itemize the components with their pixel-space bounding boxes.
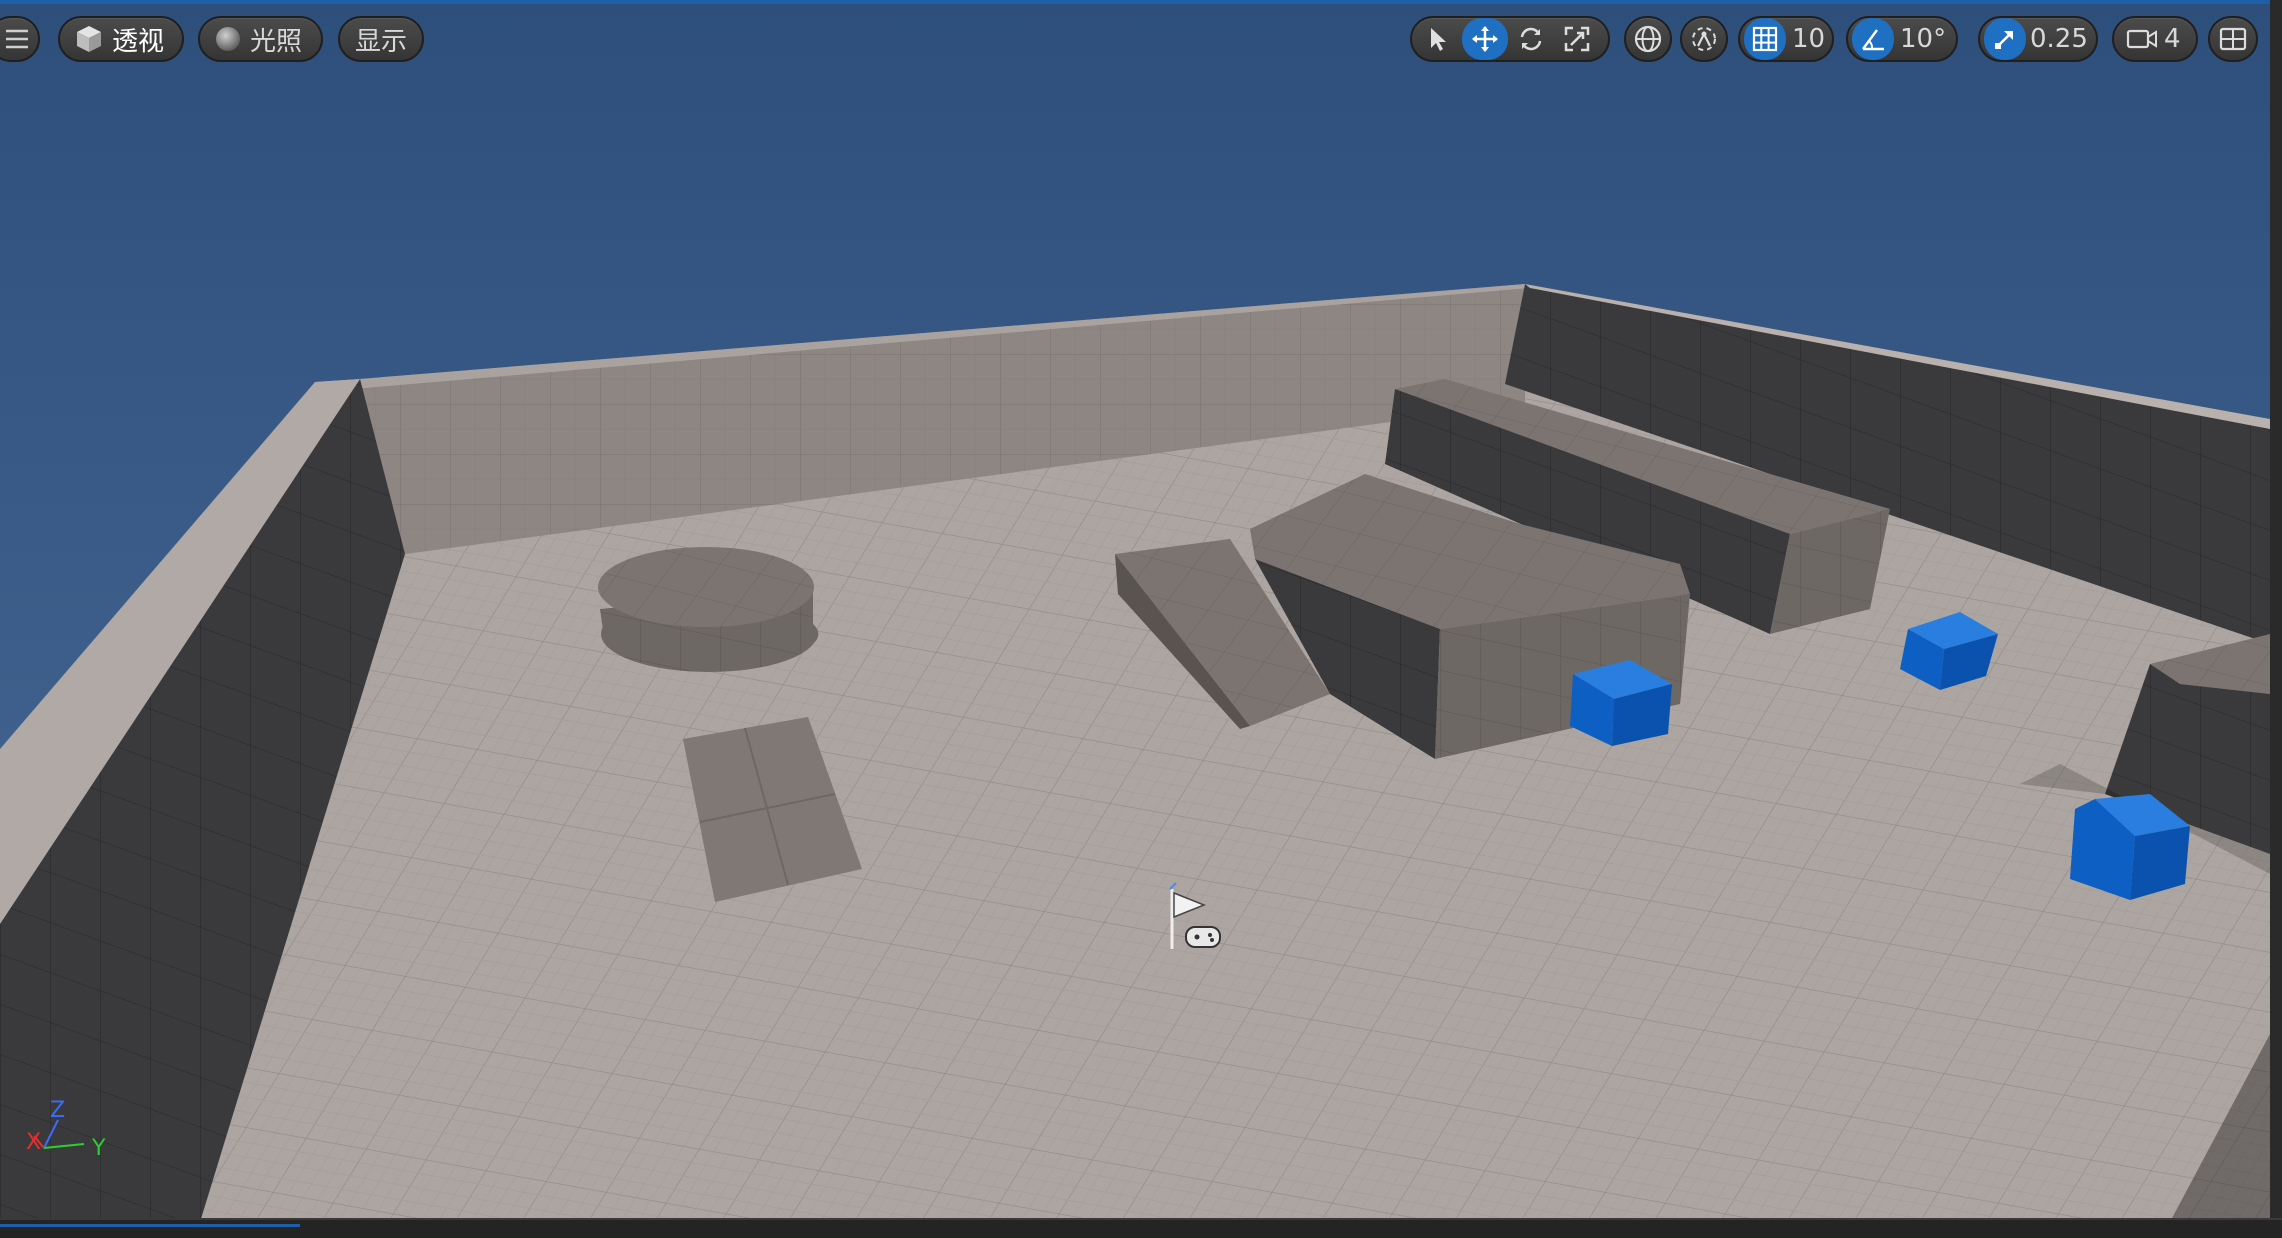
show-button[interactable]: 显示: [338, 16, 424, 62]
scale-snap-value[interactable]: 0.25: [2030, 24, 2088, 54]
camera-icon: [2126, 29, 2157, 49]
scale-snap-toggle[interactable]: [1984, 18, 2026, 60]
viewport-layout-button[interactable]: [2208, 16, 2258, 62]
axis-z-label: Z: [50, 1098, 66, 1123]
viewport-bottom-border: [0, 1218, 2282, 1238]
viewport-layout-icon: [2219, 27, 2247, 51]
camera-speed-value: 4: [2164, 24, 2181, 54]
rotate-icon: [1520, 27, 1542, 51]
select-arrow-icon: [1431, 28, 1446, 51]
grid-icon: [1752, 26, 1778, 52]
surface-snap-icon: [1692, 27, 1716, 51]
scale-arrow-icon: [1995, 31, 2013, 49]
cube-icon: [77, 26, 101, 52]
rotation-snap-group: 10°: [1846, 16, 1958, 62]
lighting-mode-button[interactable]: 光照: [198, 16, 323, 62]
camera-speed-button[interactable]: 4: [2112, 16, 2198, 62]
3d-scene[interactable]: [0, 4, 2270, 1222]
show-label: 显示: [354, 26, 407, 57]
transform-tools-group: [1410, 16, 1610, 62]
select-tool-button[interactable]: [1416, 18, 1462, 60]
view-mode-button[interactable]: 透视: [58, 16, 184, 62]
surface-snap-button[interactable]: [1680, 16, 1728, 62]
axis-x-label: X: [26, 1130, 42, 1155]
grid-snap-group: 10: [1738, 16, 1834, 62]
scale-icon: [1564, 26, 1590, 52]
angle-icon: [1862, 29, 1884, 51]
world-local-button[interactable]: [1624, 16, 1672, 62]
scale-snap-group: 0.25: [1978, 16, 2098, 62]
viewport-right-border: [2270, 0, 2282, 1236]
axis-y-label: Y: [92, 1136, 106, 1161]
globe-icon: [1634, 25, 1662, 53]
move-tool-button[interactable]: [1462, 18, 1508, 60]
level-viewport[interactable]: Z X Y 透视 光照 显示 10 10° 0.25 4: [0, 0, 2270, 1222]
scale-tool-button[interactable]: [1554, 18, 1600, 60]
hamburger-menu-icon: [6, 29, 28, 49]
axis-indicator: Z X Y: [22, 1098, 122, 1162]
rotation-snap-toggle[interactable]: [1852, 18, 1894, 60]
lighting-mode-label: 光照: [250, 26, 303, 57]
rotate-tool-button[interactable]: [1508, 18, 1554, 60]
grid-snap-toggle[interactable]: [1744, 18, 1786, 60]
move-icon: [1472, 26, 1498, 52]
sphere-icon: [216, 27, 240, 51]
view-mode-label: 透视: [112, 26, 165, 57]
grid-snap-value[interactable]: 10: [1792, 24, 1825, 54]
cylinder-top[interactable]: [598, 547, 814, 627]
rotation-snap-value[interactable]: 10°: [1900, 24, 1946, 54]
tab-accent-bar: [0, 1224, 300, 1227]
